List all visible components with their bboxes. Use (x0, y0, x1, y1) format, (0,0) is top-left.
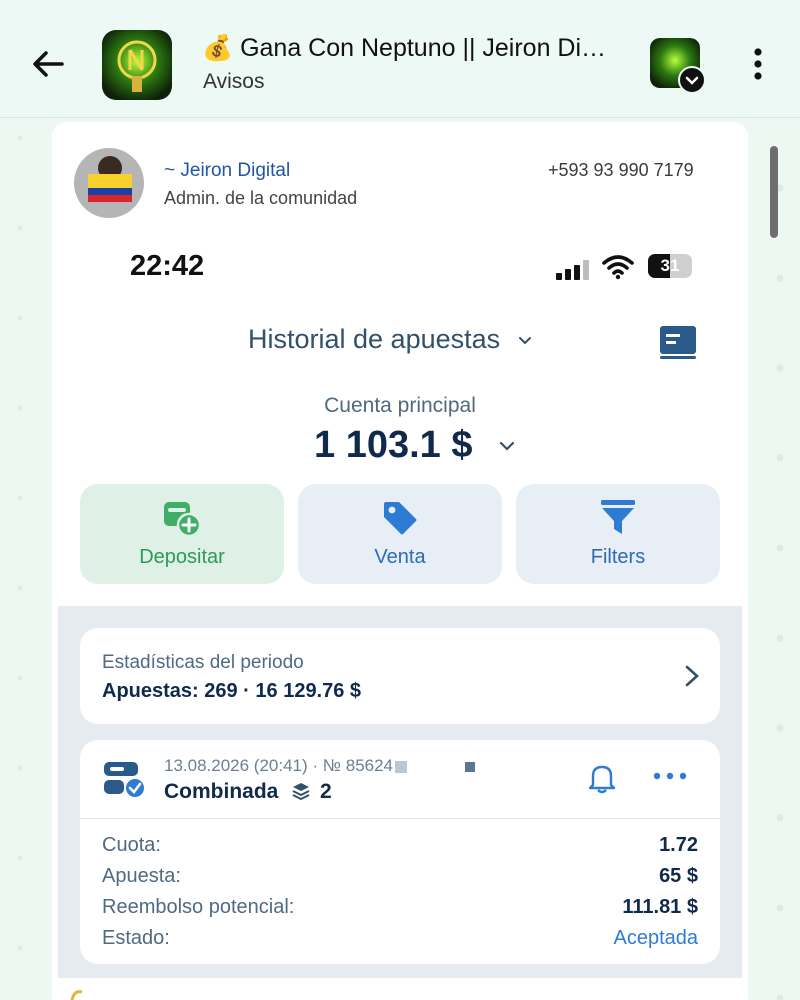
stake-value: 65 $ (659, 865, 698, 887)
group-avatar[interactable] (102, 30, 172, 100)
account-label: Cuenta principal (324, 394, 476, 417)
redaction-mark (395, 760, 408, 773)
stats-title: Estadísticas del periodo (102, 652, 304, 673)
sender-avatar[interactable] (74, 148, 144, 218)
sell-label: Venta (374, 546, 426, 568)
cellular-signal-icon (556, 260, 589, 280)
chevron-down-icon[interactable] (498, 440, 516, 452)
status-row: Estado: Aceptada (102, 927, 698, 955)
reaction-emoji-icon (70, 990, 83, 1000)
battery-level: 31 (660, 256, 680, 275)
divider (80, 818, 720, 819)
bell-icon[interactable] (588, 762, 616, 794)
group-subtitle[interactable]: Avisos (203, 70, 264, 94)
status-label: Estado: (102, 927, 170, 949)
funnel-icon (601, 500, 635, 534)
combo-bet-icon (104, 762, 146, 799)
odds-value: 1.72 (659, 834, 698, 856)
filters-label: Filters (590, 546, 646, 568)
deposit-button[interactable]: Depositar (80, 484, 284, 584)
community-switcher[interactable] (650, 38, 706, 94)
more-horizontal-icon[interactable] (652, 770, 688, 782)
sell-button[interactable]: Venta (298, 484, 502, 584)
back-arrow-icon[interactable] (28, 44, 68, 84)
potential-payout-row: Reembolso potencial: 111.81 $ (102, 896, 698, 924)
wallet-plus-icon (164, 502, 202, 538)
bet-card[interactable]: 13.08.2026 (20:41) · № 85624 Combinada 2… (80, 740, 720, 964)
history-title-dropdown[interactable]: Historial de apuestas (248, 324, 532, 355)
status-time: 22:42 (130, 250, 205, 282)
bet-type-label: Combinada (164, 780, 279, 803)
odds-label: Cuota: (102, 834, 161, 856)
stake-label: Apuesta: (102, 865, 181, 887)
account-balance[interactable]: 1 103.1 $ (314, 424, 472, 467)
history-title: Historial de apuestas (248, 324, 501, 354)
attached-screenshot[interactable]: 22:42 31 Historial de apuestas Cuenta pr… (58, 238, 742, 978)
bet-selection-count: 2 (320, 780, 332, 803)
period-stats-card[interactable]: Estadísticas del periodo Apuestas: 269 ·… (80, 628, 720, 724)
redaction-mark (465, 761, 476, 772)
bet-date-number: 13.08.2026 (20:41) · № 85624 (164, 756, 394, 775)
odds-row: Cuota: 1.72 (102, 834, 698, 862)
bet-meta: 13.08.2026 (20:41) · № 85624 (164, 756, 476, 776)
card-view-icon[interactable] (658, 322, 698, 360)
sender-name[interactable]: ~ Jeiron Digital (164, 160, 290, 182)
sender-role: Admin. de la comunidad (164, 188, 358, 208)
stats-summary: Apuestas: 269 · 16 129.76 $ (102, 680, 362, 702)
chevron-down-icon (678, 66, 706, 94)
bet-type: Combinada 2 (164, 780, 332, 804)
chevron-down-icon (518, 337, 531, 345)
chevron-right-icon (685, 665, 699, 687)
more-vertical-icon[interactable] (744, 44, 772, 84)
ecuador-flag (88, 174, 132, 202)
battery-icon: 31 (648, 254, 692, 278)
sender-phone[interactable]: +593 93 990 7179 (548, 160, 694, 181)
chat-header: 💰 Gana Con Neptuno || Jeiron Di… Avisos (0, 0, 800, 118)
filters-button[interactable]: Filters (516, 484, 720, 584)
status-badge: Aceptada (613, 927, 698, 949)
neptune-logo-icon (117, 40, 157, 92)
layers-icon (292, 783, 310, 800)
group-title[interactable]: 💰 Gana Con Neptuno || Jeiron Di… (202, 34, 622, 63)
stake-row: Apuesta: 65 $ (102, 865, 698, 893)
potential-payout-label: Reembolso potencial: (102, 896, 295, 918)
chat-scrollbar[interactable] (770, 146, 778, 238)
tag-icon (384, 502, 417, 535)
potential-payout-value: 111.81 $ (622, 896, 698, 918)
wifi-icon (602, 255, 634, 280)
deposit-label: Depositar (139, 546, 225, 568)
